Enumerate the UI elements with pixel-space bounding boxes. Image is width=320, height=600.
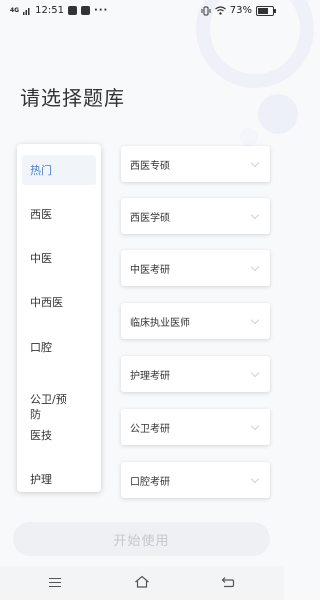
exam-item-nursing-postgrad[interactable]: 护理考研 <box>121 356 270 392</box>
chevron-down-icon <box>250 315 260 324</box>
background-circle-decoration <box>240 128 258 146</box>
chevron-down-icon <box>250 368 260 377</box>
exam-item-public-health-postgrad[interactable]: 公卫考研 <box>121 409 270 445</box>
chevron-down-icon <box>250 210 260 219</box>
chevron-down-icon <box>250 421 260 430</box>
category-label: 护理 <box>30 473 52 486</box>
category-item-nursing[interactable]: 护理 <box>22 472 96 487</box>
more-notifications-indicator: ··· <box>93 5 109 16</box>
category-label: 中西医 <box>30 296 63 309</box>
chevron-down-icon <box>250 474 260 483</box>
category-item-western-medicine[interactable]: 西医 <box>22 207 96 222</box>
exam-label: 护理考研 <box>130 370 170 382</box>
category-item-chinese-medicine[interactable]: 中医 <box>22 251 96 266</box>
exam-label: 西医专硕 <box>130 160 170 172</box>
signal-label: 4G <box>10 6 20 14</box>
signal-strength-icon <box>23 7 30 15</box>
home-icon[interactable] <box>134 575 150 588</box>
status-right: 73% <box>201 5 276 16</box>
category-panel: 热门 西医 中医 中西医 口腔 公卫/预 防 医技 护理 <box>17 144 101 492</box>
page-title: 请选择题库 <box>20 86 125 110</box>
category-label: 西医 <box>30 208 52 221</box>
status-bar: 4G 12:51 ··· 73% <box>0 0 284 24</box>
exam-item-western-professional-master[interactable]: 西医专硕 <box>121 146 270 182</box>
status-left: 4G 12:51 ··· <box>10 5 108 16</box>
exam-label: 口腔考研 <box>130 476 170 488</box>
category-item-medical-tech[interactable]: 医技 <box>22 428 96 443</box>
category-label: 医技 <box>30 429 52 442</box>
category-label: 热门 <box>30 163 52 177</box>
background-circle-decoration <box>258 94 298 134</box>
category-item-hot[interactable]: 热门 <box>22 155 96 185</box>
wifi-icon <box>214 6 226 15</box>
status-time: 12:51 <box>35 5 64 16</box>
chevron-down-icon <box>250 262 260 271</box>
exam-label: 西医学硕 <box>130 212 170 224</box>
category-item-dental[interactable]: 口腔 <box>22 340 96 355</box>
start-button[interactable]: 开始使用 <box>13 522 270 556</box>
exam-item-clinical-physician[interactable]: 临床执业医师 <box>121 303 270 339</box>
battery-icon <box>256 5 276 16</box>
notification-icon <box>67 6 77 15</box>
category-label: 公卫/预 防 <box>30 393 67 421</box>
back-icon[interactable] <box>221 576 235 588</box>
app-notification-icon <box>80 6 90 15</box>
category-item-integrated-medicine[interactable]: 中西医 <box>22 295 96 310</box>
category-label: 口腔 <box>30 341 52 354</box>
chevron-down-icon <box>250 158 260 167</box>
exam-label: 中医考研 <box>130 264 170 276</box>
exam-item-chinese-medicine-postgrad[interactable]: 中医考研 <box>121 250 270 286</box>
battery-level <box>258 7 269 14</box>
category-item-public-health[interactable]: 公卫/预 防 <box>22 377 96 422</box>
menu-icon[interactable] <box>49 578 61 590</box>
exam-item-dental-postgrad[interactable]: 口腔考研 <box>121 462 270 498</box>
exam-label: 临床执业医师 <box>130 317 190 329</box>
battery-percent: 73% <box>229 5 252 16</box>
vibrate-icon <box>201 6 211 15</box>
exam-label: 公卫考研 <box>130 423 170 435</box>
exam-item-western-academic-master[interactable]: 西医学硕 <box>121 198 270 234</box>
category-label: 中医 <box>30 252 52 265</box>
